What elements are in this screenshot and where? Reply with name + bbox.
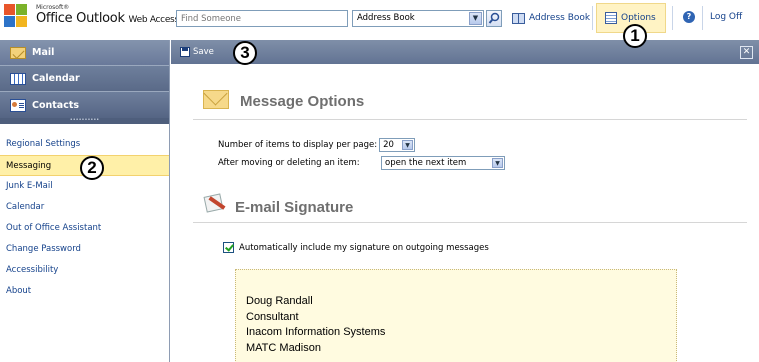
options-item-change-password[interactable]: Change Password bbox=[0, 239, 169, 260]
section-divider bbox=[193, 222, 747, 223]
envelope-icon bbox=[203, 90, 229, 109]
module-switcher: Mail Calendar Contacts •••••••••• bbox=[0, 40, 169, 124]
options-label: Options bbox=[621, 13, 656, 23]
mail-icon bbox=[10, 46, 26, 59]
items-per-page-select[interactable]: 20 ▼ bbox=[379, 138, 416, 152]
signature-line: Inacom Information Systems bbox=[246, 326, 386, 338]
chevron-down-icon[interactable]: ▼ bbox=[402, 140, 414, 150]
brand-microsoft: Microsoft® bbox=[36, 4, 70, 11]
after-move-select[interactable]: open the next item ▼ bbox=[381, 156, 505, 170]
address-book-select-value: Address Book bbox=[357, 13, 415, 23]
options-item-accessibility[interactable]: Accessibility bbox=[0, 260, 169, 281]
nav-contacts[interactable]: Contacts bbox=[0, 92, 169, 118]
search-button[interactable] bbox=[486, 10, 502, 27]
callout-2: 2 bbox=[80, 156, 104, 180]
signature-line: Consultant bbox=[246, 310, 299, 323]
content-toolbar: Save bbox=[171, 40, 759, 64]
callout-1: 1 bbox=[623, 24, 647, 48]
office-logo-icon bbox=[4, 4, 28, 30]
calendar-icon bbox=[10, 72, 26, 85]
search-icon bbox=[488, 12, 500, 24]
options-item-calendar[interactable]: Calendar bbox=[0, 197, 169, 218]
nav-mail-label: Mail bbox=[32, 47, 55, 58]
chevron-down-icon[interactable]: ▼ bbox=[492, 158, 503, 168]
nav-calendar[interactable]: Calendar bbox=[0, 66, 169, 92]
signature-icon bbox=[202, 192, 226, 214]
close-icon[interactable]: ✕ bbox=[740, 46, 753, 59]
email-signature-title: E-mail Signature bbox=[235, 199, 354, 216]
address-book-icon bbox=[512, 12, 525, 24]
items-per-page-row: Number of items to display per page: 20 … bbox=[218, 138, 416, 152]
save-icon bbox=[180, 47, 190, 57]
options-content: Save ✕ Message Options Number of items t… bbox=[171, 40, 759, 362]
message-options-title: Message Options bbox=[240, 93, 365, 110]
options-menu: Regional Settings Messaging Junk E-Mail … bbox=[0, 124, 169, 302]
divider bbox=[592, 6, 593, 30]
brand-title: Office Outlook Web Access bbox=[36, 11, 179, 26]
brand-main: Office Outlook bbox=[36, 11, 125, 26]
auto-include-checkbox[interactable] bbox=[223, 242, 234, 253]
options-item-regional-settings[interactable]: Regional Settings bbox=[0, 134, 169, 155]
items-per-page-value: 20 bbox=[383, 140, 394, 150]
auto-include-label: Automatically include my signature on ou… bbox=[239, 242, 489, 253]
nav-mail[interactable]: Mail bbox=[0, 40, 169, 66]
chevron-down-icon[interactable]: ▼ bbox=[469, 12, 482, 25]
signature-line: MATC Madison bbox=[246, 341, 321, 354]
address-book-link[interactable]: Address Book bbox=[512, 10, 590, 26]
after-move-value: open the next item bbox=[385, 158, 467, 168]
after-move-row: After moving or deleting an item: open t… bbox=[218, 156, 505, 170]
signature-line: Doug Randall bbox=[246, 295, 313, 307]
after-move-label: After moving or deleting an item: bbox=[218, 158, 360, 168]
nav-contacts-label: Contacts bbox=[32, 99, 80, 111]
auto-include-row: Automatically include my signature on ou… bbox=[223, 242, 489, 253]
save-button[interactable]: Save bbox=[193, 47, 214, 57]
signature-editor[interactable]: Doug Randall Consultant Inacom Informati… bbox=[235, 269, 677, 362]
options-item-about[interactable]: About bbox=[0, 281, 169, 302]
section-divider bbox=[193, 119, 747, 120]
divider bbox=[672, 6, 673, 30]
nav-calendar-label: Calendar bbox=[32, 73, 80, 84]
brand-sub: Web Access bbox=[128, 15, 180, 25]
contacts-icon bbox=[10, 98, 26, 112]
divider bbox=[702, 6, 703, 30]
options-item-out-of-office[interactable]: Out of Office Assistant bbox=[0, 218, 169, 239]
left-navigation: Mail Calendar Contacts •••••••••• Region… bbox=[0, 40, 170, 362]
find-someone-input[interactable] bbox=[176, 10, 348, 27]
options-icon bbox=[605, 12, 617, 24]
options-item-junk-email[interactable]: Junk E-Mail bbox=[0, 176, 169, 197]
items-per-page-label: Number of items to display per page: bbox=[218, 140, 378, 150]
address-book-select[interactable]: Address Book ▼ bbox=[352, 10, 484, 27]
address-book-link-label: Address Book bbox=[529, 13, 591, 23]
log-off-link[interactable]: Log Off bbox=[710, 12, 742, 22]
callout-3: 3 bbox=[233, 41, 257, 65]
help-icon[interactable]: ? bbox=[683, 11, 695, 23]
